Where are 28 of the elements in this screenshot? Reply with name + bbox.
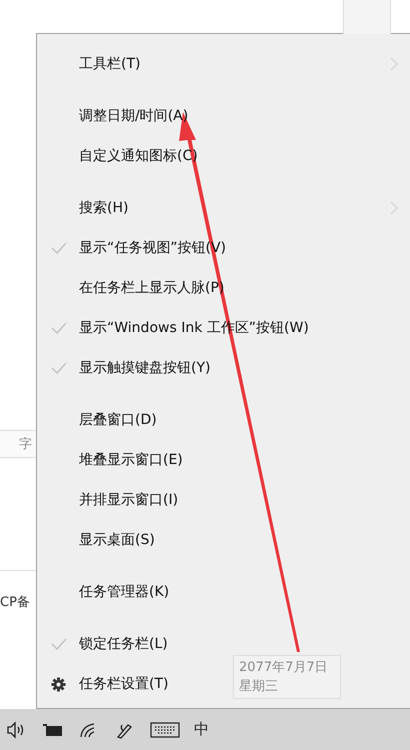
menu-item[interactable]: 堆叠显示窗口(E) bbox=[37, 440, 195, 480]
menu-item[interactable]: 搜索(H) bbox=[37, 188, 410, 228]
menu-item[interactable]: 任务管理器(K) bbox=[37, 572, 182, 612]
menu-item[interactable]: 层叠窗口(D) bbox=[37, 400, 169, 440]
menu-item-label: 任务管理器(K) bbox=[79, 583, 170, 601]
menu-item-label: 工具栏(T) bbox=[79, 55, 140, 73]
menu-item-label: 锁定任务栏(L) bbox=[79, 635, 168, 653]
tooltip-text: 星期三 bbox=[239, 678, 279, 696]
tooltip-text: 2077年7月7日 bbox=[239, 659, 329, 677]
footer-text: CP备 bbox=[0, 595, 30, 610]
menu-item[interactable]: 并排显示窗口(I) bbox=[37, 480, 190, 520]
menu-item-label: 搜索(H) bbox=[79, 199, 128, 217]
menu-item[interactable]: 锁定任务栏(L) bbox=[37, 624, 180, 664]
menu-item[interactable]: 显示触摸键盘按钮(Y) bbox=[37, 348, 222, 388]
menu-item-label: 显示触摸键盘按钮(Y) bbox=[79, 359, 210, 377]
chevron-right-icon bbox=[390, 57, 398, 71]
gear-icon bbox=[50, 676, 66, 692]
menu-item-label: 显示桌面(S) bbox=[79, 531, 155, 549]
menu-item-label: 堆叠显示窗口(E) bbox=[79, 451, 183, 469]
menu-item[interactable]: 任务栏设置(T) bbox=[37, 664, 180, 704]
menu-item-label: 层叠窗口(D) bbox=[79, 411, 157, 429]
keyboard-icon[interactable] bbox=[150, 720, 180, 738]
chevron-right-icon bbox=[390, 201, 398, 215]
menu-item[interactable]: 工具栏(T) bbox=[37, 44, 410, 84]
menu-item[interactable]: 显示桌面(S) bbox=[37, 520, 167, 560]
menu-item-label: 任务栏设置(T) bbox=[79, 675, 168, 693]
menu-item-label: 并排显示窗口(I) bbox=[79, 491, 178, 509]
input-method-indicator[interactable]: 中 bbox=[194, 720, 209, 739]
